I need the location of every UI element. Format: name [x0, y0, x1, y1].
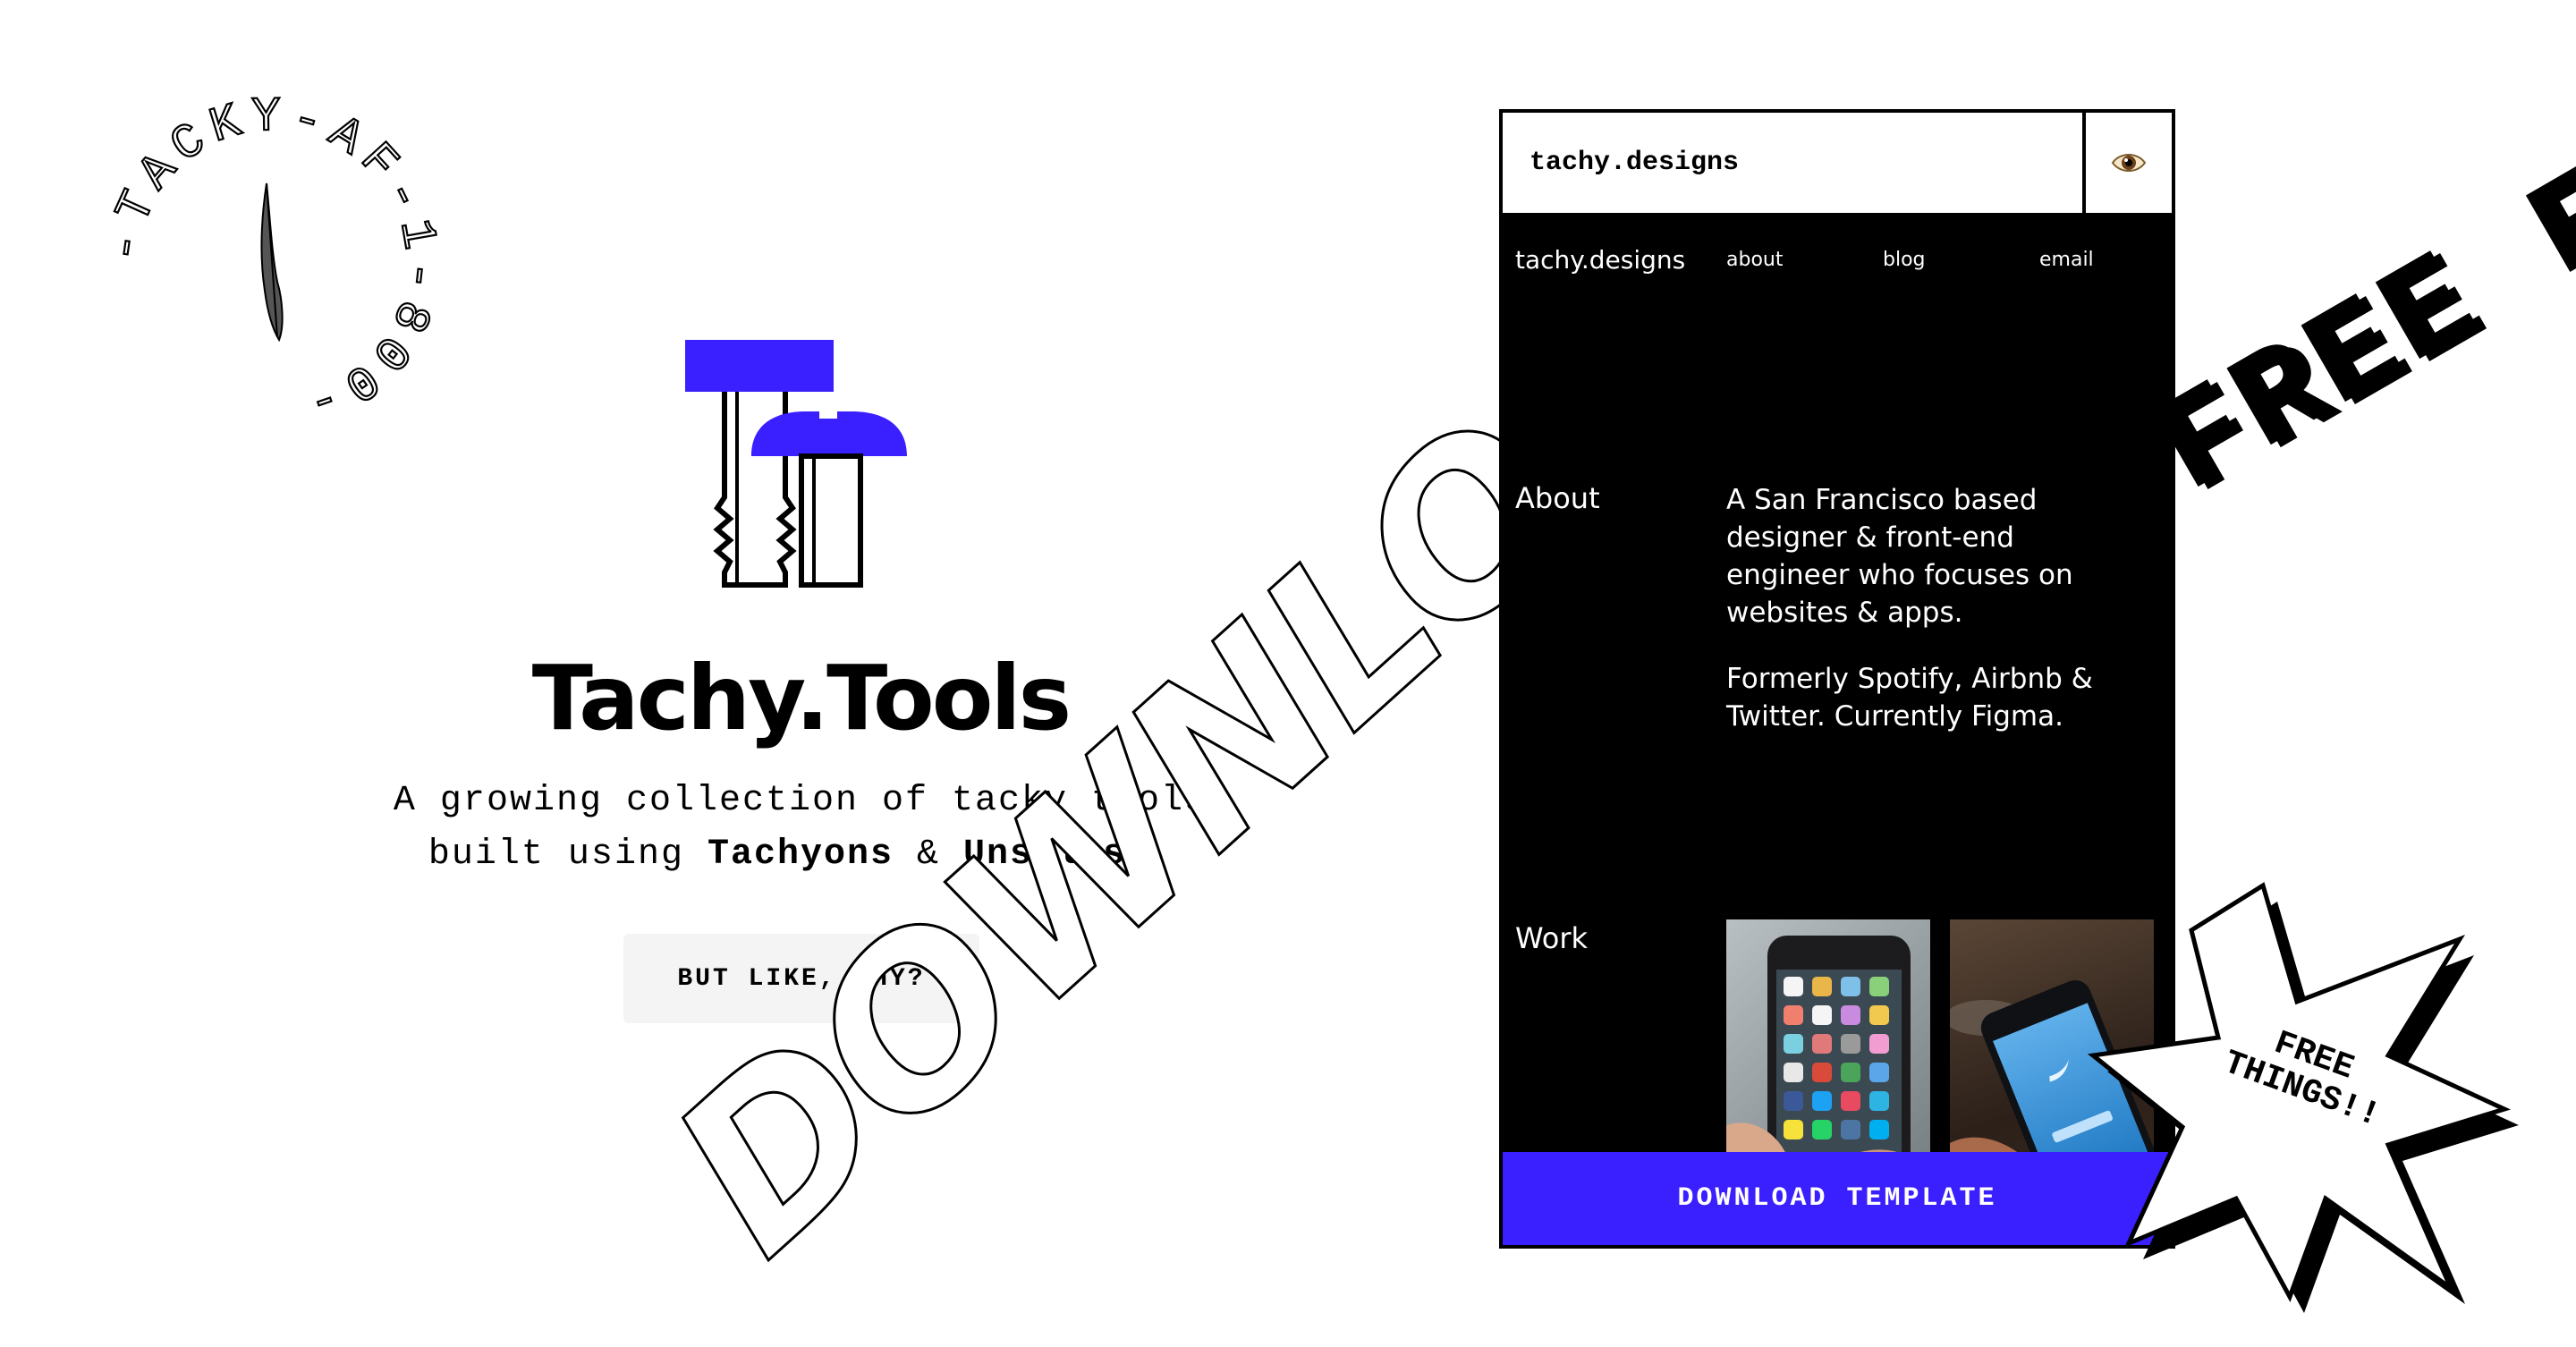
free-deco-word: FREE FREE: [2133, 9, 2576, 528]
preview-address-bar: tachy.designs: [1503, 113, 2172, 216]
preview-url: tachy.designs: [1530, 148, 1740, 178]
about-label: About: [1515, 481, 1600, 515]
about-paragraph-1: A San Francisco based designer & front-e…: [1726, 484, 2073, 629]
preview-nav-about[interactable]: about: [1726, 249, 1883, 271]
about-paragraph-2: Formerly Spotify, Airbnb & Twitter. Curr…: [1726, 663, 2093, 733]
preview-nav-blog[interactable]: blog: [1883, 249, 2039, 271]
download-template-button[interactable]: DOWNLOAD TEMPLATE: [1503, 1152, 2172, 1245]
tools-logo-icon: [680, 336, 921, 589]
feather-icon: [260, 182, 284, 343]
subtitle-line-2: built using Tachyons & Unsplash.: [0, 828, 1601, 882]
preview-brand[interactable]: tachy.designs: [1515, 245, 1726, 275]
template-preview[interactable]: tachy.designs tachy.designs about blog e…: [1499, 109, 2175, 1249]
preview-nav-email[interactable]: email: [2039, 249, 2094, 271]
tachyons-link[interactable]: Tachyons: [708, 834, 894, 875]
eye-icon[interactable]: [2082, 113, 2172, 213]
free-things-starburst: FREE THINGS!!: [2087, 877, 2519, 1313]
work-label: Work: [1515, 921, 1589, 955]
preview-nav: tachy.designs about blog email: [1515, 233, 2159, 286]
rotating-badge: -TACKY-AF-1-800-: [97, 89, 447, 438]
subtitle-built: built using: [428, 834, 684, 875]
